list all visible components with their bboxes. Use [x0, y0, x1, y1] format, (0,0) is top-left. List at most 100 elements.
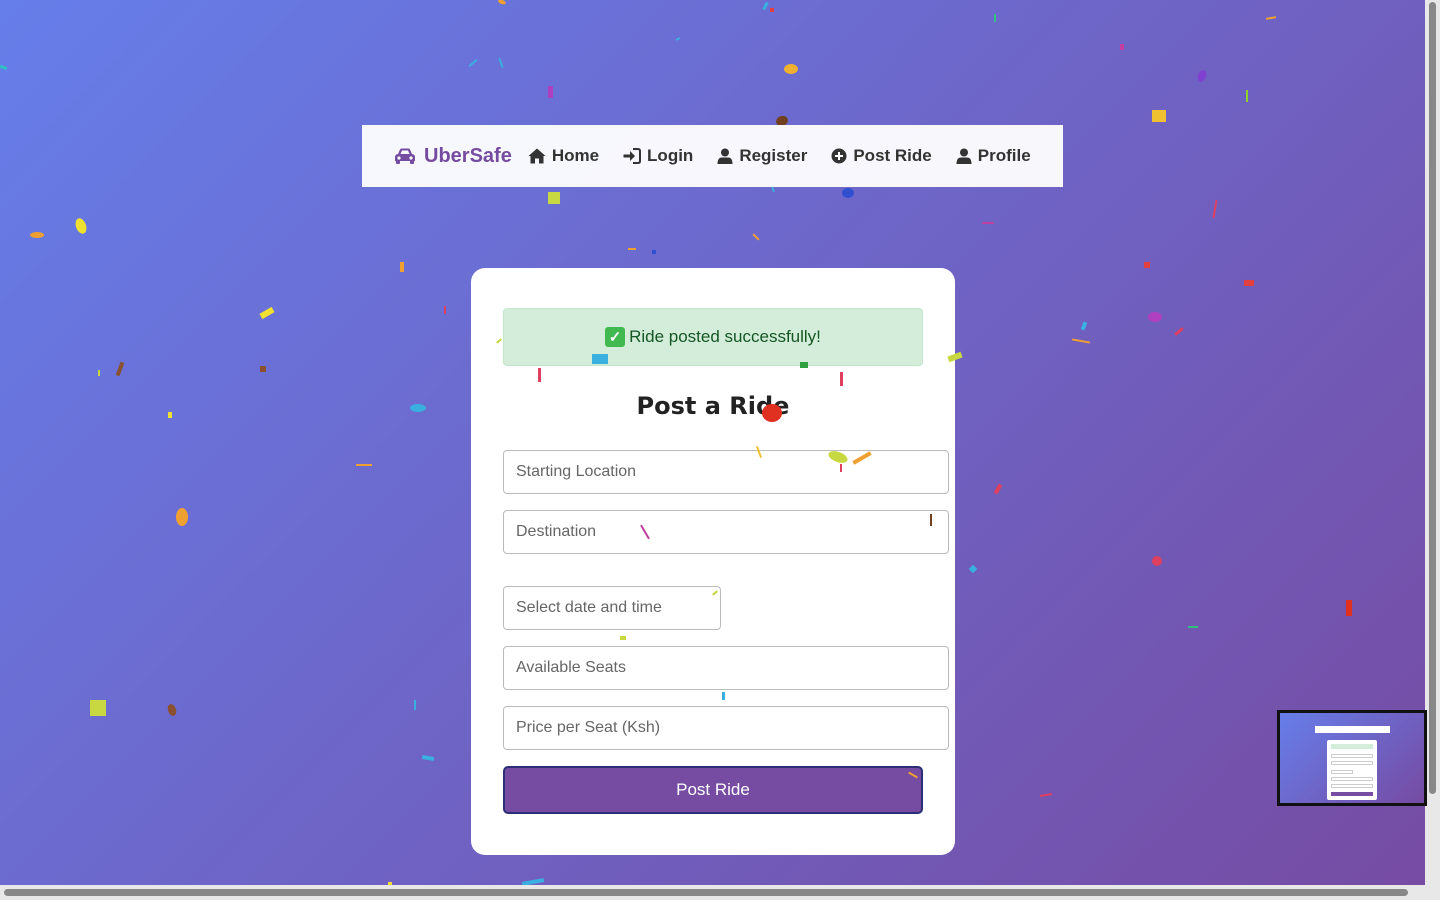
confetti-piece — [548, 86, 553, 98]
page-thumbnail-preview[interactable] — [1277, 710, 1427, 806]
confetti-piece — [842, 188, 854, 198]
thumbnail-alert — [1331, 744, 1373, 749]
confetti-piece — [260, 366, 266, 372]
confetti-piece — [1265, 16, 1277, 20]
confetti-piece — [628, 248, 636, 250]
nav-link-label: Register — [739, 146, 808, 165]
nav-link-home[interactable]: Home — [528, 146, 599, 166]
page-viewport: UberSafe Home Login Register Post Ride P… — [0, 0, 1425, 885]
confetti-piece — [1244, 280, 1254, 286]
confetti-piece — [168, 412, 172, 418]
nav-link-login[interactable]: Login — [623, 146, 693, 166]
datetime-input[interactable] — [503, 586, 721, 630]
nav-link-label: Profile — [977, 146, 1031, 165]
confetti-piece — [115, 361, 125, 377]
nav-link-post-ride[interactable]: Post Ride — [831, 146, 932, 166]
available-seats-input[interactable] — [503, 646, 949, 690]
confetti-piece — [1196, 68, 1208, 84]
confetti-piece — [1080, 321, 1088, 331]
confetti-piece — [498, 57, 504, 69]
confetti-piece — [356, 464, 372, 466]
nav-link-register[interactable]: Register — [717, 146, 807, 166]
check-mark-icon: ✓ — [605, 327, 626, 347]
horizontal-scrollbar[interactable] — [0, 885, 1440, 900]
post-ride-button[interactable]: Post Ride — [503, 766, 923, 814]
nav-link-label: Post Ride — [853, 146, 932, 165]
confetti-piece — [930, 514, 932, 526]
confetti-piece — [762, 1, 769, 11]
confetti-piece — [652, 250, 656, 254]
confetti-piece — [675, 37, 681, 41]
confetti-piece — [784, 64, 798, 74]
confetti-piece — [421, 754, 435, 762]
vertical-scrollbar[interactable] — [1425, 0, 1440, 885]
confetti-piece — [968, 564, 978, 574]
post-ride-card: ✓ Ride posted successfully! Post a Ride … — [471, 268, 955, 855]
confetti-piece — [1152, 556, 1162, 566]
confetti-piece — [620, 636, 626, 640]
success-message: Ride posted successfully! — [629, 327, 821, 346]
confetti-piece — [993, 483, 1003, 495]
thumbnail-field — [1331, 777, 1373, 781]
confetti-piece — [468, 59, 478, 67]
user-icon — [956, 148, 972, 164]
confetti-piece — [400, 262, 404, 272]
confetti-piece — [1246, 90, 1248, 102]
nav-link-label: Login — [647, 146, 694, 165]
vertical-scrollbar-thumb[interactable] — [1429, 2, 1436, 794]
confetti-piece — [1039, 792, 1053, 798]
confetti-piece — [98, 370, 100, 376]
confetti-piece — [1212, 199, 1218, 219]
starting-location-input[interactable] — [503, 450, 949, 494]
confetti-piece — [840, 372, 843, 386]
confetti-piece — [73, 216, 89, 236]
user-icon — [717, 148, 733, 164]
confetti-piece — [0, 64, 8, 71]
confetti-piece — [982, 222, 994, 224]
thumbnail-field — [1331, 770, 1353, 774]
thumbnail-field — [1331, 761, 1373, 765]
confetti-piece — [414, 700, 416, 710]
brand-logo[interactable]: UberSafe — [394, 145, 512, 168]
confetti-piece — [548, 192, 560, 204]
confetti-piece — [444, 306, 446, 314]
confetti-piece — [840, 464, 842, 472]
destination-input[interactable] — [503, 510, 949, 554]
confetti-piece — [259, 306, 275, 320]
form-title: Post a Ride — [636, 392, 790, 420]
thumbnail-button — [1331, 792, 1373, 796]
confetti-piece — [1152, 110, 1166, 122]
brand-name: UberSafe — [424, 144, 512, 167]
thumbnail-card — [1327, 740, 1377, 800]
confetti-piece — [1346, 600, 1352, 616]
confetti-piece — [994, 14, 996, 22]
plus-circle-icon — [831, 148, 847, 164]
confetti-piece — [410, 404, 426, 412]
nav-link-label: Home — [551, 146, 600, 165]
thumbnail-navbar — [1315, 726, 1390, 733]
confetti-piece — [521, 878, 545, 885]
confetti-piece — [30, 232, 44, 238]
confetti-piece — [1174, 327, 1184, 336]
nav-link-profile[interactable]: Profile — [956, 146, 1031, 166]
confetti-piece — [722, 692, 725, 700]
thumbnail-field — [1331, 754, 1373, 758]
confetti-piece — [762, 404, 782, 422]
price-per-seat-input[interactable] — [503, 706, 949, 750]
confetti-piece — [538, 368, 541, 382]
confetti-piece — [90, 700, 106, 716]
home-icon — [528, 148, 546, 164]
confetti-piece — [166, 702, 178, 718]
confetti-piece — [752, 233, 760, 241]
horizontal-scrollbar-thumb[interactable] — [4, 889, 1408, 896]
confetti-piece — [800, 362, 808, 368]
confetti-piece — [1148, 312, 1162, 322]
confetti-piece — [1144, 262, 1150, 268]
confetti-piece — [1188, 626, 1198, 628]
confetti-piece — [176, 508, 188, 526]
confetti-piece — [1071, 338, 1091, 344]
navbar: UberSafe Home Login Register Post Ride P… — [362, 125, 1063, 187]
sign-in-icon — [623, 148, 642, 164]
thumbnail-field — [1331, 784, 1373, 788]
confetti-piece — [592, 354, 608, 364]
